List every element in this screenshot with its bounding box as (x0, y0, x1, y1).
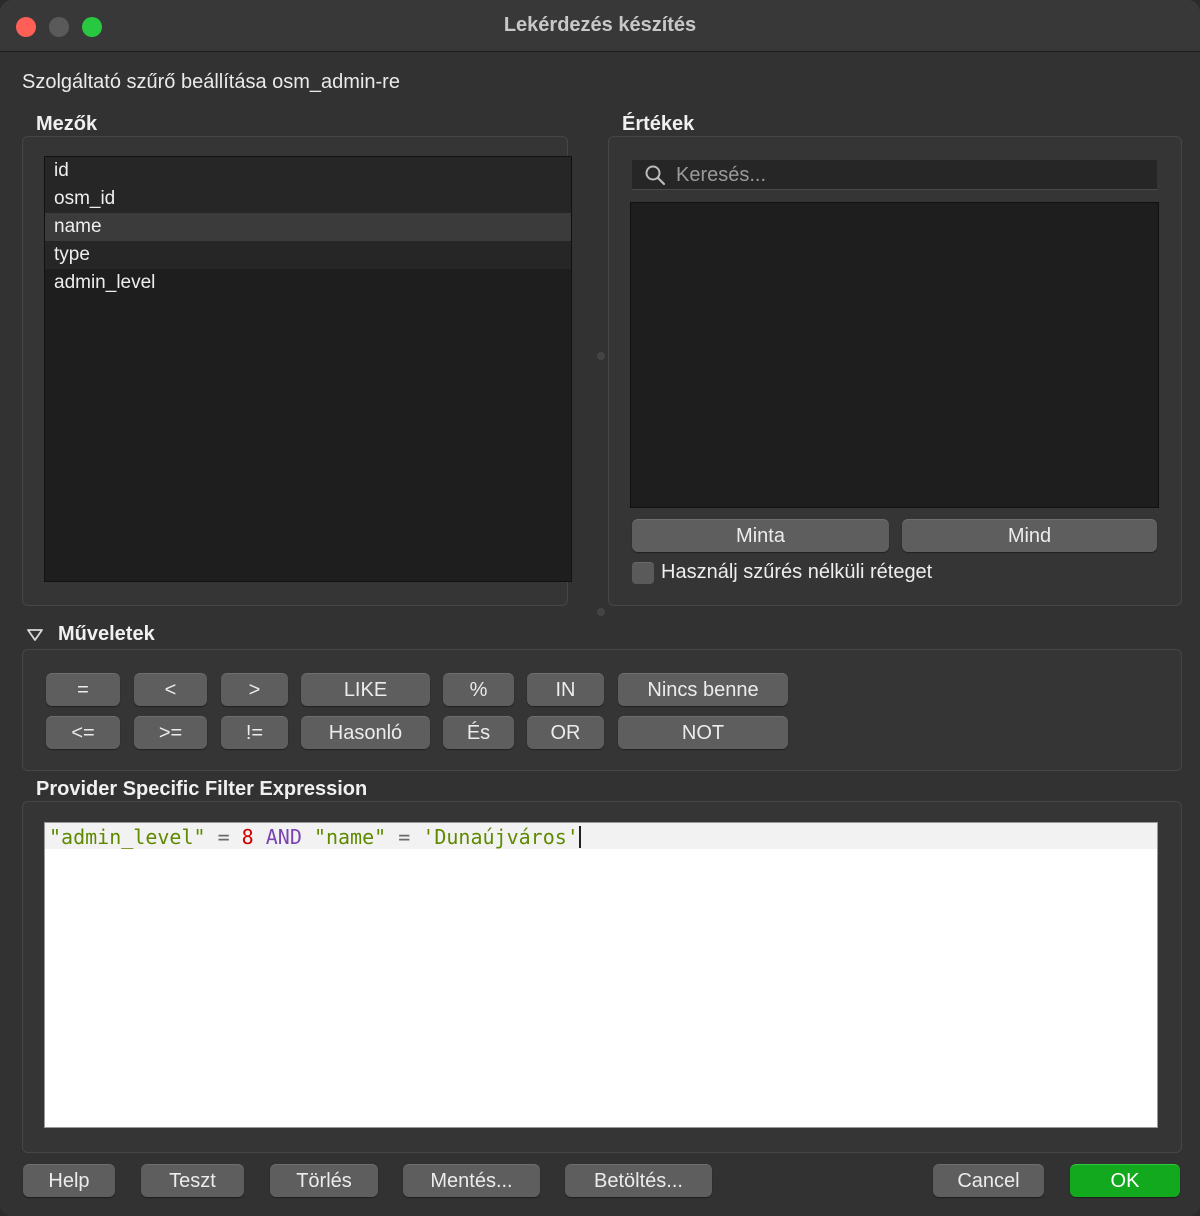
field-item-admin-level[interactable]: admin_level (45, 269, 571, 297)
all-button[interactable]: Mind (902, 519, 1157, 552)
op-equals-button[interactable]: = (46, 673, 120, 706)
op-not-in-button[interactable]: Nincs benne (618, 673, 788, 706)
op-greater-equal-button[interactable]: >= (134, 716, 207, 749)
field-item-name[interactable]: name (45, 213, 571, 241)
operators-group-label[interactable]: Műveletek (58, 623, 155, 646)
values-search-box[interactable] (632, 160, 1157, 190)
horizontal-splitter-handle[interactable] (597, 352, 605, 360)
use-unfiltered-layer-label[interactable]: Használj szűrés nélküli réteget (661, 561, 932, 584)
values-list[interactable] (630, 202, 1159, 508)
fields-list[interactable]: id osm_id name type admin_level (44, 156, 572, 582)
token-equals-1: = (205, 825, 242, 849)
search-icon (645, 165, 666, 186)
text-caret (578, 826, 581, 848)
op-or-button[interactable]: OR (527, 716, 604, 749)
op-percent-button[interactable]: % (443, 673, 514, 706)
op-not-equal-button[interactable]: != (221, 716, 288, 749)
field-item-type[interactable]: type (45, 241, 571, 269)
title-bar[interactable]: Lekérdezés készítés (0, 0, 1200, 52)
expression-code[interactable]: "admin_level" = 8 AND "name" = 'Dunaújvá… (49, 825, 581, 849)
op-greater-than-button[interactable]: > (221, 673, 288, 706)
filter-expression-editor[interactable]: "admin_level" = 8 AND "name" = 'Dunaújvá… (44, 822, 1158, 1128)
op-like-button[interactable]: LIKE (301, 673, 430, 706)
values-group-label: Értékek (622, 113, 695, 135)
query-builder-dialog: Lekérdezés készítés Szolgáltató szűrő be… (0, 0, 1200, 1216)
op-and-button[interactable]: És (443, 716, 514, 749)
use-unfiltered-layer-checkbox[interactable] (632, 562, 654, 584)
token-string-value: 'Dunaújváros' (422, 825, 579, 849)
field-item-osm-id[interactable]: osm_id (45, 185, 571, 213)
collapse-triangle-icon[interactable] (26, 628, 44, 642)
ok-button[interactable]: OK (1070, 1164, 1180, 1197)
token-and-keyword: AND (253, 825, 314, 849)
token-equals-2: = (386, 825, 423, 849)
vertical-splitter-handle[interactable] (597, 608, 605, 616)
values-search-input[interactable] (676, 162, 1146, 188)
operators-group (22, 649, 1182, 771)
cancel-button[interactable]: Cancel (933, 1164, 1044, 1197)
load-button[interactable]: Betöltés... (565, 1164, 712, 1197)
test-button[interactable]: Teszt (141, 1164, 244, 1197)
fields-group-label: Mezők (36, 113, 98, 135)
dialog-subtitle: Szolgáltató szűrő beállítása osm_admin-r… (22, 71, 400, 93)
op-ilike-button[interactable]: Hasonló (301, 716, 430, 749)
op-in-button[interactable]: IN (527, 673, 604, 706)
token-field-name: "name" (313, 825, 387, 849)
sample-button[interactable]: Minta (632, 519, 889, 552)
save-button[interactable]: Mentés... (403, 1164, 540, 1197)
expression-group-label: Provider Specific Filter Expression (36, 778, 368, 800)
token-field-admin-level: "admin_level" (49, 825, 206, 849)
window-title: Lekérdezés készítés (503, 14, 697, 36)
help-button[interactable]: Help (23, 1164, 115, 1197)
op-less-than-button[interactable]: < (134, 673, 207, 706)
token-number: 8 (241, 825, 254, 849)
op-less-equal-button[interactable]: <= (46, 716, 120, 749)
op-not-button[interactable]: NOT (618, 716, 788, 749)
clear-button[interactable]: Törlés (270, 1164, 378, 1197)
field-item-id[interactable]: id (45, 157, 571, 185)
